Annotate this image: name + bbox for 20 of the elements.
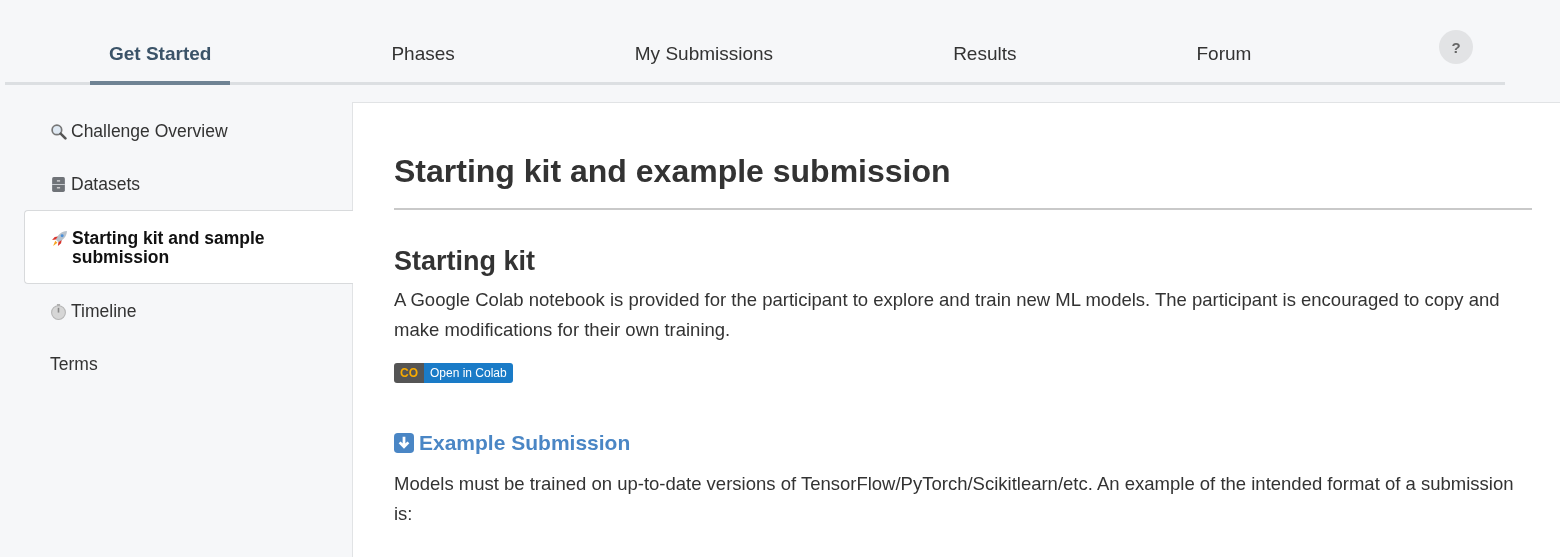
sidebar-item[interactable]: Datasets xyxy=(24,157,352,210)
nav-tab[interactable]: Phases xyxy=(372,0,474,85)
nav-tab[interactable]: Results xyxy=(934,0,1036,85)
section-heading: Starting kit xyxy=(394,246,536,277)
paragraph: A Google Colab notebook is provided for the participant to explore and train new ML models. The participant is encouraged to copy and make modifications for their own training. xyxy=(394,288,1501,342)
nav-tab[interactable]: Forum xyxy=(1177,0,1271,85)
rocket-icon xyxy=(51,230,68,247)
sidebar-item[interactable]: Challenge Overview xyxy=(24,104,352,157)
paragraph: Models must be trained on up-to-date versions of TensorFlow/PyTorch/Scikitlearn/etc. An example of the intended format of a submission is: xyxy=(394,472,1515,526)
sidebar-item[interactable]: Timeline xyxy=(24,284,352,337)
page-title: Starting kit and example submission xyxy=(394,153,1532,210)
example-submission-link[interactable]: Example Submission xyxy=(419,431,631,455)
cabinet-icon xyxy=(50,176,67,193)
help-button[interactable]: ? xyxy=(1439,30,1473,64)
magnifier-icon xyxy=(50,123,67,140)
sidebar-item[interactable]: Terms xyxy=(24,337,352,390)
sidebar-item[interactable]: Starting kit and sample submission xyxy=(24,210,353,284)
nav-tab[interactable]: My Submissions xyxy=(615,0,793,85)
stopwatch-icon xyxy=(50,303,67,320)
nav-tab[interactable]: Get Started xyxy=(90,0,231,85)
